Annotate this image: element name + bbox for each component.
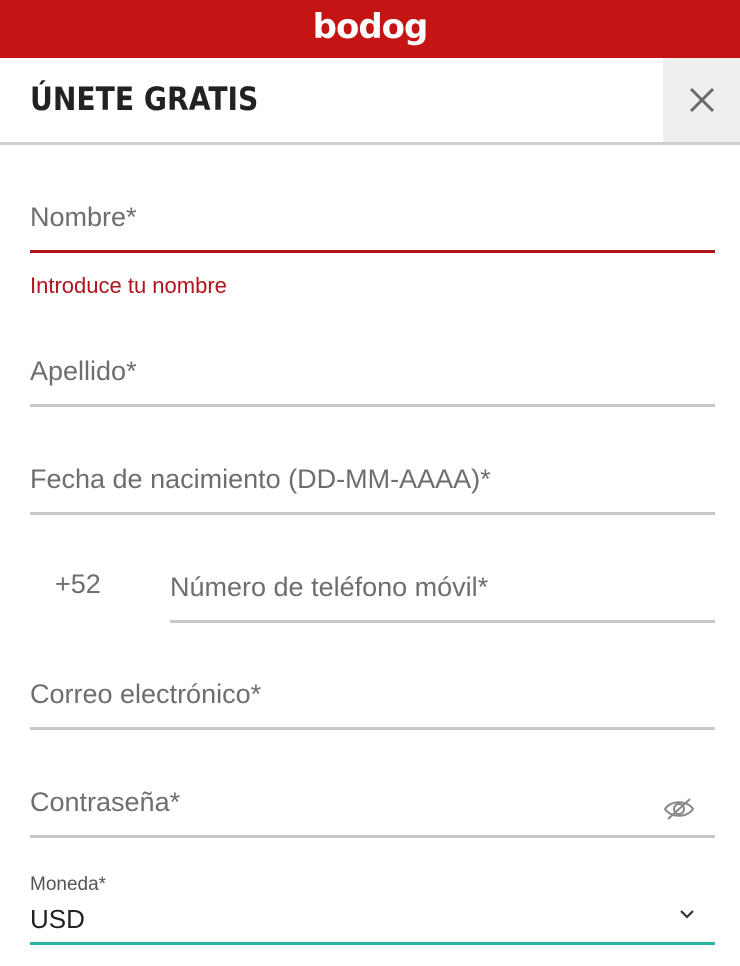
first-name-field[interactable]: Nombre* (30, 190, 715, 253)
password-field[interactable]: Contraseña* (30, 775, 715, 838)
currency-label: Moneda* (30, 874, 107, 895)
page-title: ÚNETE GRATIS (30, 80, 259, 118)
modal-header: ÚNETE GRATIS (0, 58, 740, 145)
phone-placeholder: Número de teléfono móvil* (170, 572, 489, 602)
email-field[interactable]: Correo electrónico* (30, 667, 715, 730)
currency-value: USD (30, 904, 85, 934)
chevron-down-icon[interactable] (679, 906, 695, 924)
close-button[interactable] (663, 58, 740, 142)
last-name-field[interactable]: Apellido* (30, 344, 715, 407)
phone-prefix[interactable]: +52 (55, 569, 101, 600)
birth-date-placeholder: Fecha de nacimiento (DD-MM-AAAA)* (30, 464, 491, 494)
email-placeholder: Correo electrónico* (30, 679, 262, 709)
last-name-placeholder: Apellido* (30, 356, 137, 386)
brand-bar: bodog (0, 0, 740, 58)
password-placeholder: Contraseña* (30, 787, 181, 817)
first-name-placeholder: Nombre* (30, 202, 137, 232)
currency-select[interactable]: Moneda* USD (30, 860, 715, 945)
phone-field[interactable]: Número de teléfono móvil* (170, 560, 715, 623)
bodog-logo: bodog (312, 7, 429, 47)
close-icon (689, 87, 714, 113)
eye-off-icon[interactable] (663, 797, 695, 826)
first-name-error: Introduce tu nombre (30, 273, 227, 298)
birth-date-field[interactable]: Fecha de nacimiento (DD-MM-AAAA)* (30, 452, 715, 515)
